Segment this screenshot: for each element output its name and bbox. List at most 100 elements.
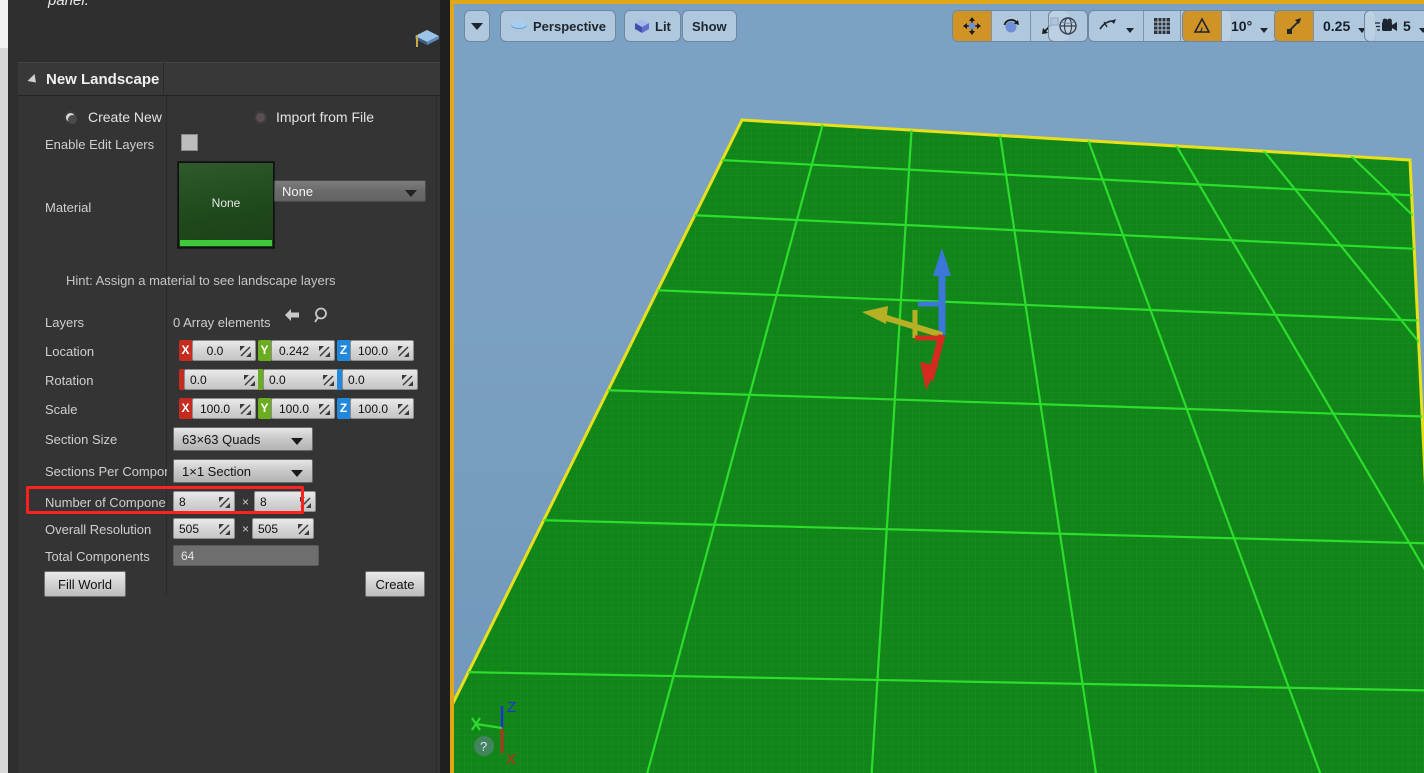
- axis-z-label: Z: [507, 699, 516, 716]
- number-of-components-x-input[interactable]: 8: [173, 491, 235, 512]
- location-x-axis-badge: X: [179, 340, 192, 361]
- spinner-icon: [323, 375, 334, 386]
- angle-snap-value-button[interactable]: 10°: [1222, 11, 1277, 41]
- lit-mode-group[interactable]: Lit: [624, 10, 681, 42]
- viewport-toolbar: Perspective Lit Show 10° 0.25 5: [454, 10, 1424, 54]
- enable-edit-layers-checkbox[interactable]: [181, 134, 198, 151]
- rotation-z-value: 0.0: [348, 373, 365, 387]
- scale-x-axis-badge: X: [179, 398, 192, 419]
- number-of-components-y-value: 8: [260, 495, 267, 509]
- scale-y-axis-badge: Y: [258, 398, 271, 419]
- header-divider: [163, 62, 164, 96]
- create-button[interactable]: Create: [365, 571, 425, 597]
- scale-z-input[interactable]: 100.0: [350, 398, 414, 419]
- world-globe-icon: [1059, 17, 1077, 35]
- chevron-down-icon: [1260, 28, 1269, 33]
- section-size-row: Section Size 63×63 Quads: [18, 426, 448, 452]
- new-landscape-section-header[interactable]: New Landscape: [18, 62, 448, 96]
- translate-gizmo-button[interactable]: [953, 11, 991, 41]
- radio-import-from-file-label: Import from File: [276, 109, 375, 125]
- location-x-input[interactable]: 0.0: [192, 340, 256, 361]
- chevron-down-icon: [1418, 28, 1424, 33]
- total-components-row: Total Components 64: [18, 543, 448, 569]
- angle-snap-toggle[interactable]: [1183, 11, 1221, 41]
- scale-snap-group[interactable]: 0.25: [1274, 10, 1377, 42]
- gizmo-y-axis: [862, 306, 943, 338]
- viewport-border-left: [450, 0, 454, 773]
- rotation-y-input[interactable]: 0.0: [263, 369, 339, 390]
- coordinate-system-group[interactable]: [1048, 10, 1088, 42]
- axis-indicator: Z X ?: [460, 698, 544, 768]
- perspective-button[interactable]: Perspective: [501, 11, 615, 41]
- camera-speed-button[interactable]: 5: [1365, 11, 1424, 41]
- material-thumbnail[interactable]: None: [178, 162, 274, 248]
- location-x-value: 0.0: [206, 344, 224, 358]
- number-of-components-row: Number of Compone 8 × 8: [18, 489, 448, 515]
- grid-snap-toggle[interactable]: [1144, 11, 1180, 41]
- translate-gizmo[interactable]: [850, 240, 980, 390]
- section-title: New Landscape: [46, 71, 160, 88]
- sections-per-component-combo[interactable]: 1×1 Section: [173, 459, 313, 483]
- angle-snap-group[interactable]: 10°: [1182, 10, 1279, 42]
- overall-resolution-y-input[interactable]: 505: [252, 518, 314, 539]
- number-of-components-y-input[interactable]: 8: [254, 491, 316, 512]
- total-components-value-box: 64: [173, 545, 319, 566]
- view-mode-group[interactable]: Perspective: [500, 10, 616, 42]
- surface-snap-button[interactable]: [1089, 11, 1143, 41]
- spinner-icon: [398, 346, 409, 357]
- material-hint: Hint: Assign a material to see landscape…: [66, 273, 336, 288]
- number-of-components-label: Number of Compone: [45, 495, 166, 510]
- layers-row: Layers 0 Array elements: [18, 311, 448, 335]
- scale-x-input[interactable]: 100.0: [192, 398, 256, 419]
- location-z-input[interactable]: 100.0: [350, 340, 414, 361]
- world-coordinate-button[interactable]: [1049, 11, 1087, 41]
- radio-create-new[interactable]: [64, 111, 77, 124]
- viewport-menu-button[interactable]: [465, 11, 489, 41]
- level-viewport[interactable]: Perspective Lit Show 10° 0.25 5 Z X ?: [450, 0, 1424, 773]
- overall-resolution-y-value: 505: [258, 522, 279, 536]
- material-combo-value: None: [282, 184, 314, 199]
- sections-per-component-row: Sections Per Compon 1×1 Section: [18, 458, 448, 484]
- location-y-input[interactable]: 0.242: [271, 340, 335, 361]
- rotate-gizmo-button[interactable]: [992, 11, 1030, 41]
- spinner-icon: [219, 524, 230, 535]
- enable-edit-layers-row: Enable Edit Layers: [18, 132, 448, 158]
- location-row: Location X 0.0 Y 0.242 Z 100.0: [18, 339, 448, 363]
- scale-y-value: 100.0: [278, 402, 310, 416]
- rotate-gizmo-icon: [1003, 19, 1019, 33]
- spinner-icon: [319, 346, 330, 357]
- scale-y-input[interactable]: 100.0: [271, 398, 335, 419]
- chevron-down-icon: [291, 470, 303, 477]
- landscape-layers-icon[interactable]: [412, 26, 442, 54]
- lit-button[interactable]: Lit: [625, 11, 680, 41]
- material-combo[interactable]: None: [274, 180, 426, 202]
- top-note-text: panel.: [48, 0, 89, 9]
- chevron-down-icon: [291, 438, 303, 445]
- scale-snap-toggle[interactable]: [1275, 11, 1313, 41]
- sections-per-component-value: 1×1 Section: [182, 464, 252, 479]
- overall-resolution-x-input[interactable]: 505: [173, 518, 235, 539]
- layers-label: Layers: [45, 315, 85, 330]
- radio-import-from-file[interactable]: [254, 111, 267, 124]
- grid-snap-icon: [1154, 18, 1170, 34]
- axis-x-label: X: [506, 751, 516, 768]
- fill-world-button[interactable]: Fill World: [44, 571, 126, 597]
- spinner-icon: [398, 404, 409, 415]
- location-label: Location: [45, 344, 95, 359]
- total-components-value: 64: [181, 549, 195, 563]
- show-menu-group[interactable]: Show: [682, 10, 737, 42]
- viewport-menu-group[interactable]: [464, 10, 490, 42]
- panel-right-rail: [440, 0, 450, 773]
- camera-speed-group[interactable]: 5: [1364, 10, 1424, 42]
- lit-cube-icon: [635, 19, 649, 33]
- enable-edit-layers-label: Enable Edit Layers: [45, 137, 155, 152]
- show-button[interactable]: Show: [683, 11, 736, 41]
- section-size-combo[interactable]: 63×63 Quads: [173, 427, 313, 451]
- rotation-z-input[interactable]: 0.0: [342, 369, 418, 390]
- spinner-icon: [319, 404, 330, 415]
- number-of-components-separator: ×: [242, 495, 250, 509]
- perspective-camera-icon: [511, 20, 527, 29]
- lit-label: Lit: [655, 18, 671, 34]
- move-gizmo-icon: [963, 17, 981, 35]
- rotation-x-input[interactable]: 0.0: [184, 369, 260, 390]
